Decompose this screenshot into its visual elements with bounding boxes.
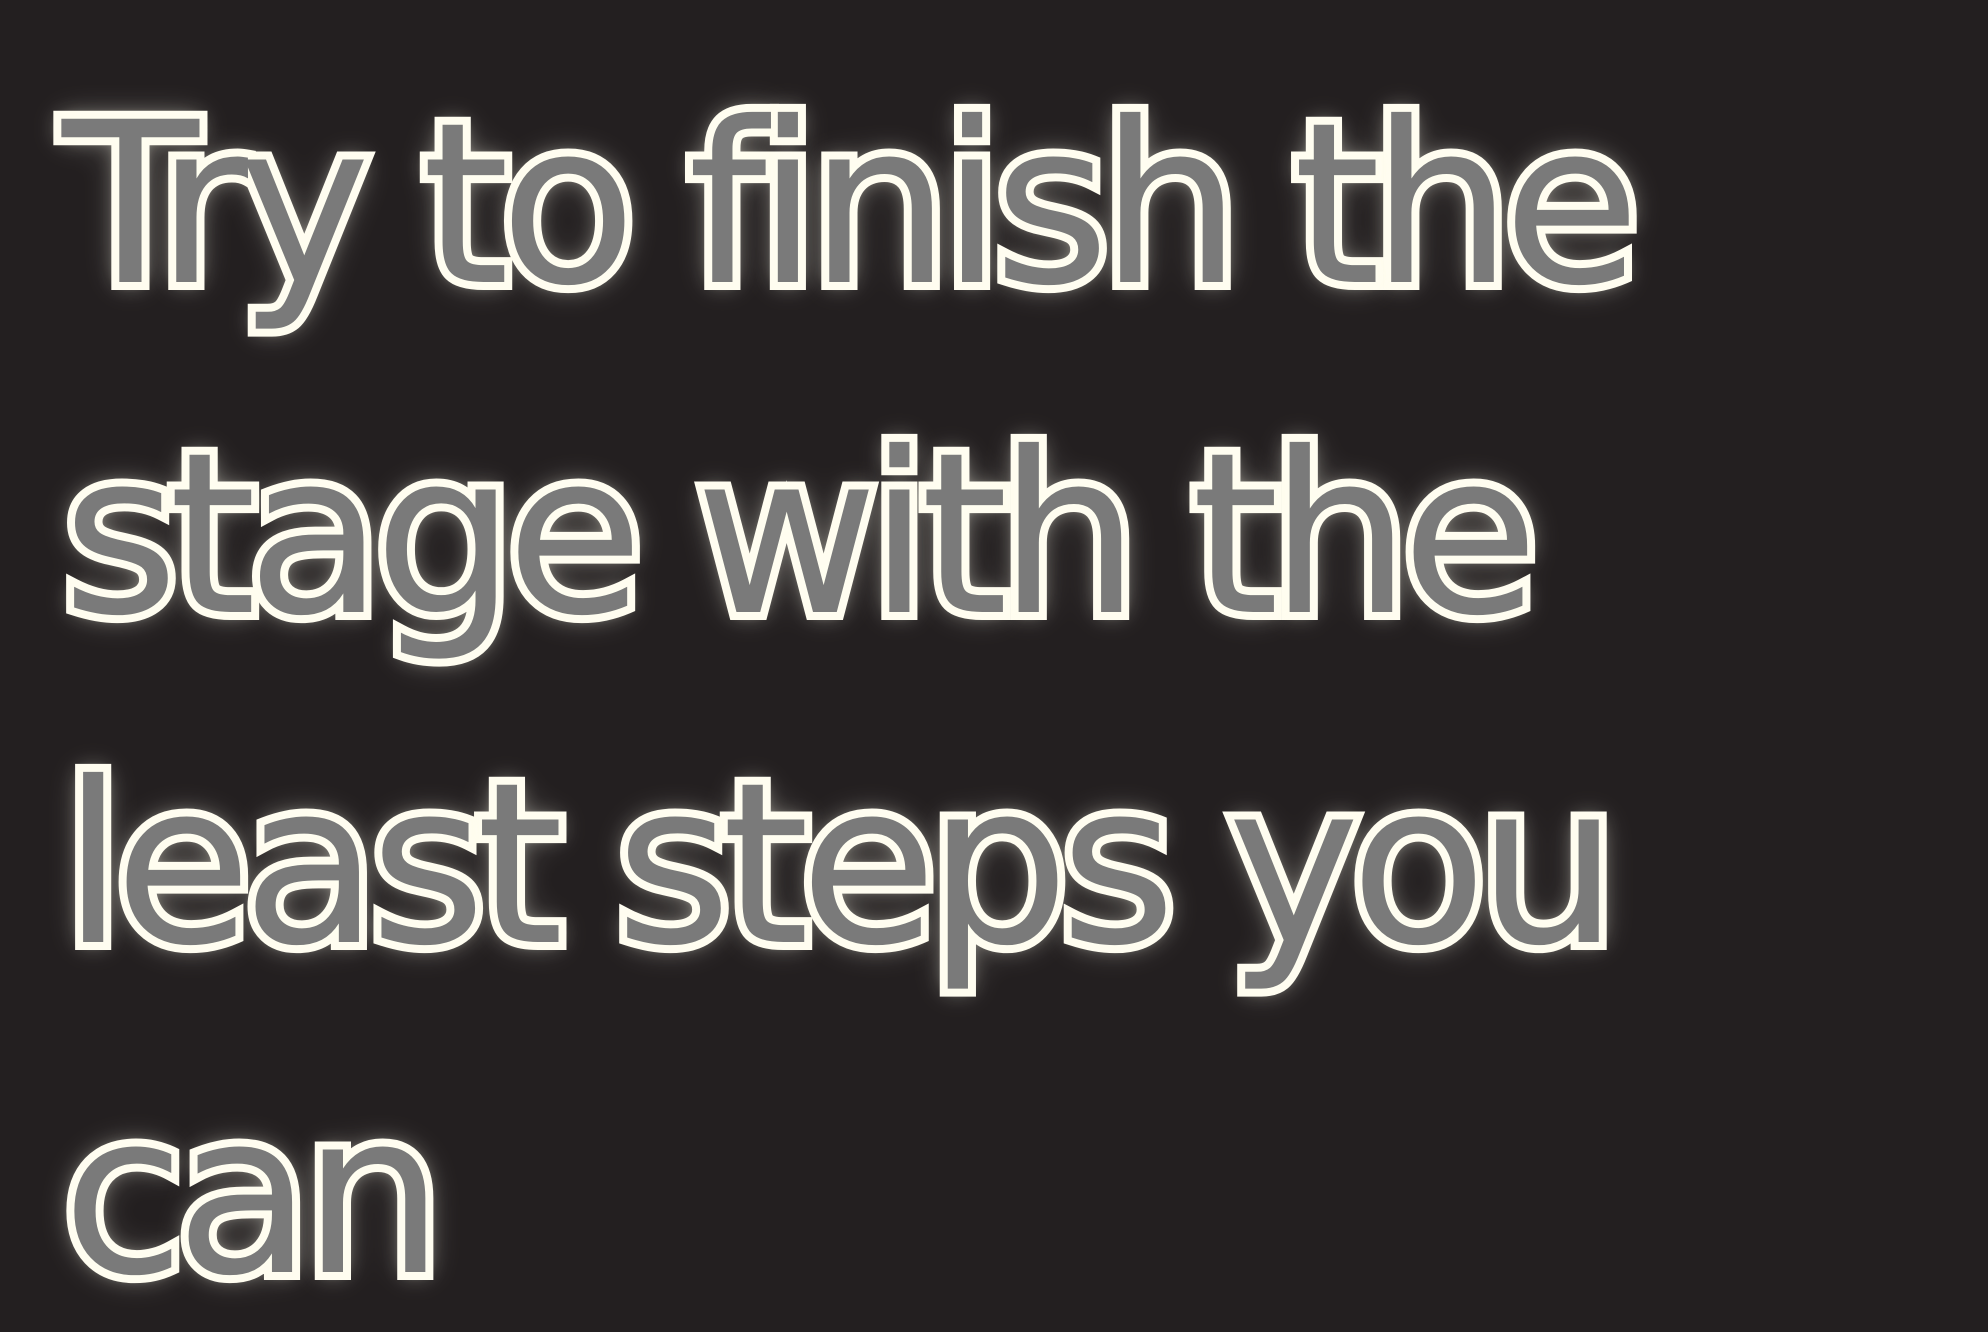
hint-line-1: Try to finish the xyxy=(54,66,1649,343)
hint-line-3: least steps you xyxy=(54,726,1627,1003)
hint-message: Try to finish the stage with the least s… xyxy=(54,40,1962,1332)
hint-line-4: can xyxy=(54,1056,452,1332)
hint-line-2: stage with the xyxy=(54,396,1547,673)
hint-screen: Try to finish the stage with the least s… xyxy=(0,0,1988,1332)
